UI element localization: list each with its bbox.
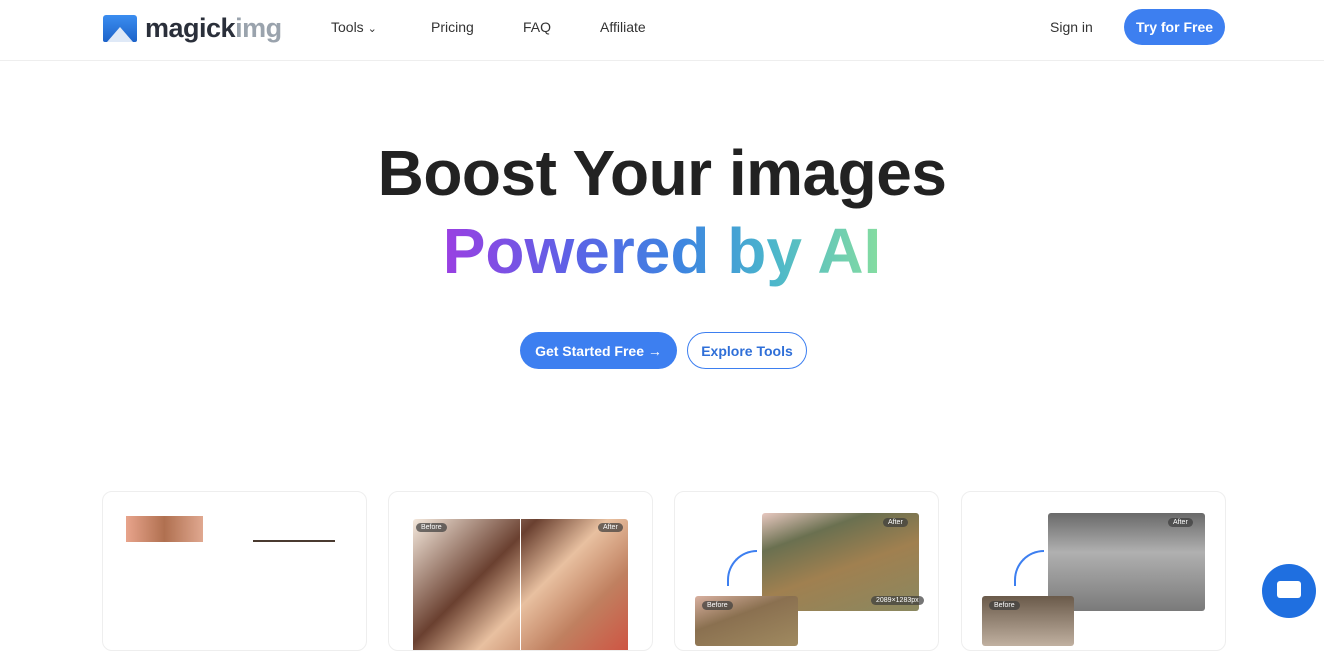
hero-gradient-text: Powered by AI: [442, 215, 882, 287]
before-tag: Before: [416, 523, 447, 532]
chevron-down-icon: ⌄: [367, 23, 377, 35]
explore-tools-button[interactable]: Explore Tools: [687, 332, 807, 369]
after-tag: After: [1168, 518, 1193, 527]
get-started-button[interactable]: Get Started Free →: [520, 332, 677, 369]
chat-support-button[interactable]: [1262, 564, 1316, 618]
tool-card-transform[interactable]: After Before: [961, 491, 1226, 651]
tool-card-portrait[interactable]: [102, 491, 367, 651]
after-tag: After: [598, 523, 623, 532]
top-nav: magickimg Tools ⌄ Pricing FAQ Affiliate …: [0, 0, 1324, 61]
curved-arrow-icon: [727, 550, 757, 586]
hero-subtitle: Powered by AI: [0, 214, 1324, 288]
tool-card-upscale[interactable]: After 2089×1283px Before: [674, 491, 939, 651]
nav-faq[interactable]: FAQ: [523, 19, 551, 35]
try-for-free-button[interactable]: Try for Free: [1124, 9, 1225, 45]
resolution-tag: 2089×1283px: [871, 596, 924, 605]
curved-arrow-icon: [1014, 550, 1044, 586]
nav-affiliate[interactable]: Affiliate: [600, 19, 646, 35]
before-tag: Before: [989, 601, 1020, 610]
portrait-image: [126, 516, 203, 542]
hero-title: Boost Your images: [377, 137, 947, 209]
logo-image-icon: [103, 15, 137, 42]
compare-divider[interactable]: [520, 519, 521, 650]
chat-bubble-icon: [1277, 581, 1301, 598]
after-tag: After: [883, 518, 908, 527]
image-strip: [253, 540, 335, 542]
nav-pricing[interactable]: Pricing: [431, 19, 474, 35]
logo-text-accent: img: [235, 13, 282, 43]
tool-card-enhance[interactable]: Before After: [388, 491, 653, 651]
nav-tools[interactable]: Tools ⌄: [331, 19, 377, 35]
nav-tools-label: Tools: [331, 19, 364, 35]
sign-in-link[interactable]: Sign in: [1050, 19, 1093, 35]
logo-text: magick: [145, 13, 236, 43]
before-tag: Before: [702, 601, 733, 610]
logo[interactable]: magickimg: [103, 13, 282, 44]
